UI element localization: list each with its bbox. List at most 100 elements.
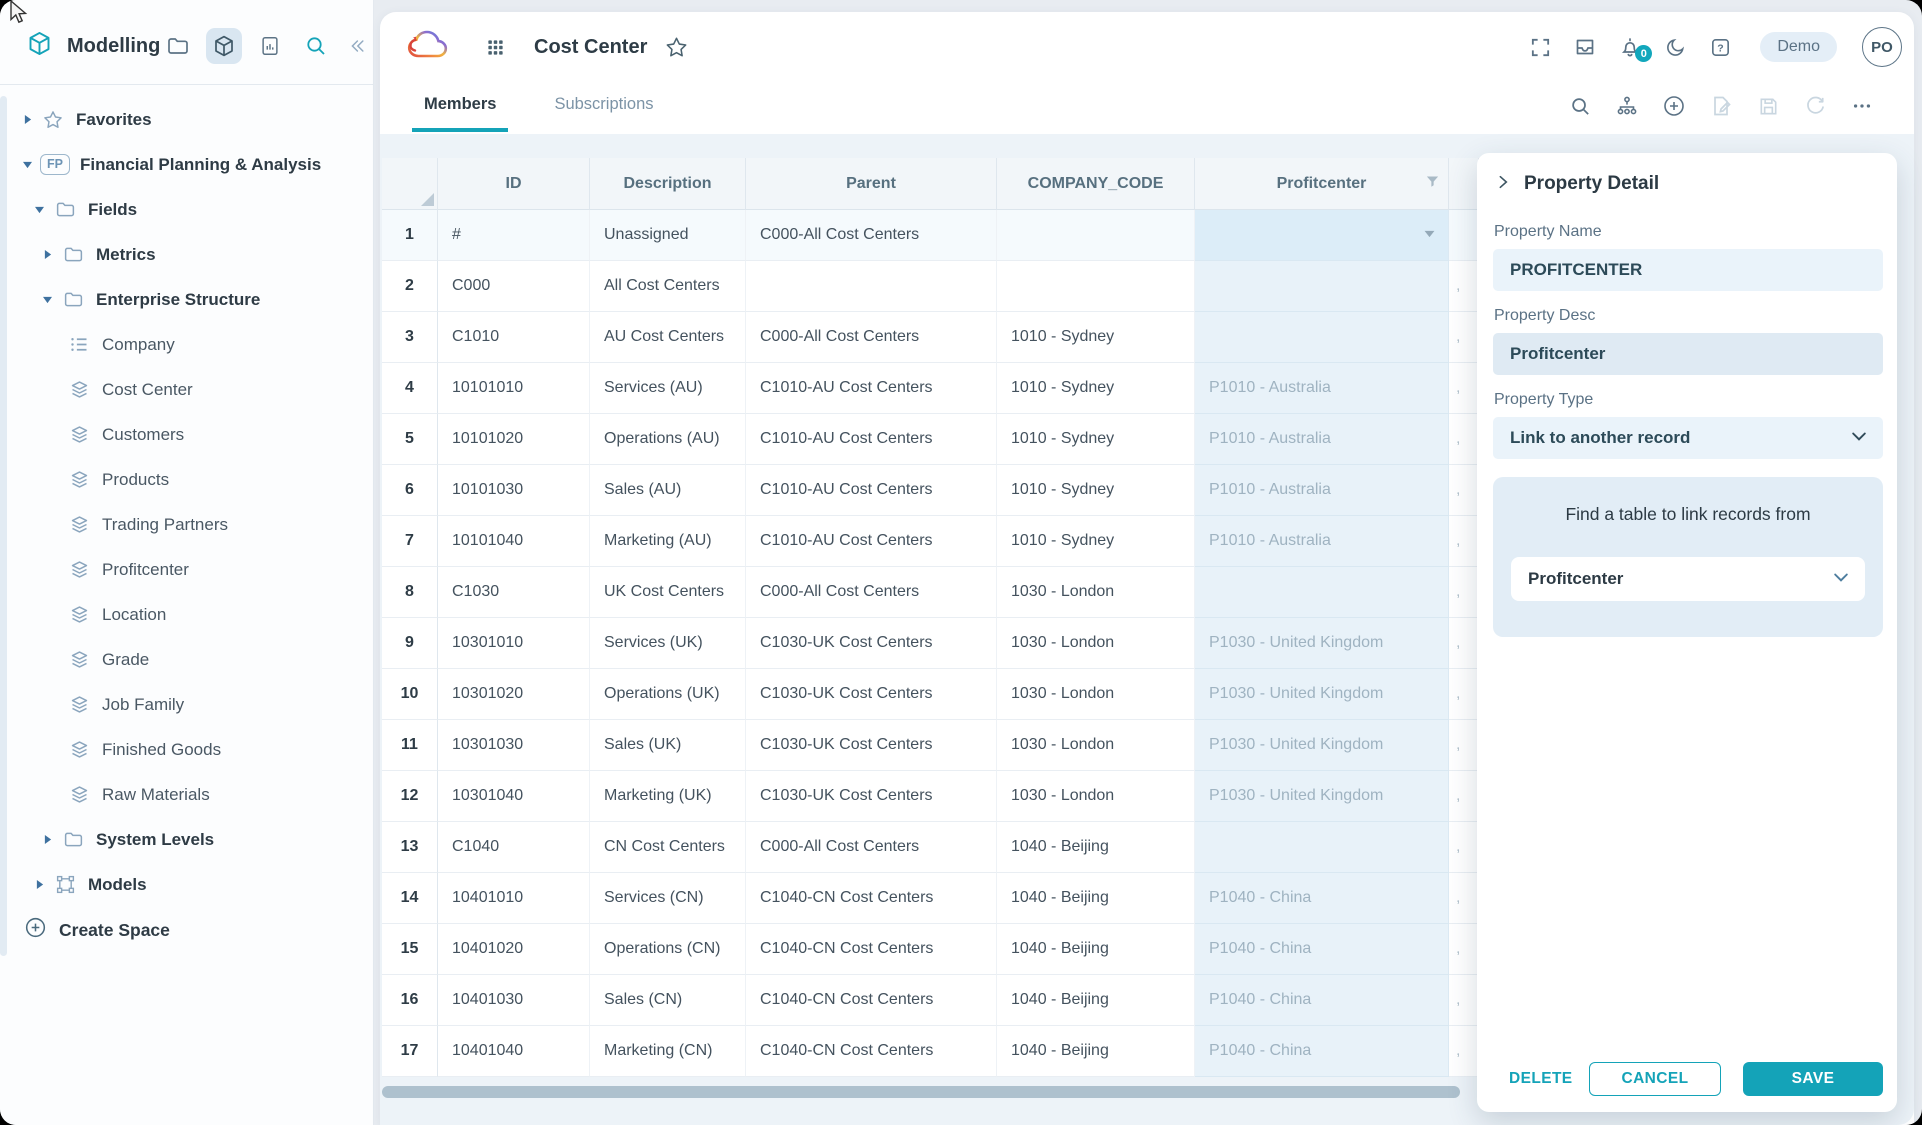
cell-parent[interactable]: C1010-AU Cost Centers xyxy=(746,465,997,516)
cell-id[interactable]: # xyxy=(438,210,590,261)
cell-id[interactable]: 10101040 xyxy=(438,516,590,567)
demo-badge[interactable]: Demo xyxy=(1760,32,1837,62)
column-header-id[interactable]: ID xyxy=(438,158,590,210)
tree-item-cost-center[interactable]: Cost Center xyxy=(0,367,373,412)
cell-id[interactable]: 10101010 xyxy=(438,363,590,414)
property-name-field[interactable]: PROFITCENTER xyxy=(1493,249,1883,291)
cell-parent[interactable]: C1030-UK Cost Centers xyxy=(746,720,997,771)
cell-description[interactable]: Sales (AU) xyxy=(590,465,746,516)
cell-id[interactable]: 10301030 xyxy=(438,720,590,771)
cell-parent[interactable]: C000-All Cost Centers xyxy=(746,567,997,618)
cell-company-code[interactable]: 1030 - London xyxy=(997,771,1195,822)
cell-company-code[interactable]: 1040 - Beijing xyxy=(997,975,1195,1026)
cell-profitcenter[interactable] xyxy=(1195,312,1449,363)
cell-profitcenter[interactable] xyxy=(1195,261,1449,312)
cell-company-code[interactable]: 1040 - Beijing xyxy=(997,822,1195,873)
tree-item-job-family[interactable]: Job Family xyxy=(0,682,373,727)
tree-item-fields[interactable]: Fields xyxy=(0,187,373,232)
cell-company-code[interactable] xyxy=(997,210,1195,261)
row-number-cell[interactable]: 16 xyxy=(382,975,438,1026)
cell-parent[interactable]: C1040-CN Cost Centers xyxy=(746,975,997,1026)
caret-down-icon[interactable] xyxy=(42,294,60,305)
report-icon[interactable] xyxy=(252,28,288,64)
property-desc-field[interactable]: Profitcenter xyxy=(1493,333,1883,375)
moon-icon[interactable] xyxy=(1662,34,1688,60)
cell-id[interactable]: 10301010 xyxy=(438,618,590,669)
cell-profitcenter[interactable]: P1010 - Australia xyxy=(1195,363,1449,414)
tree-item-models[interactable]: Models xyxy=(0,862,373,907)
save-button[interactable]: SAVE xyxy=(1743,1062,1883,1096)
link-table-select[interactable]: Profitcenter xyxy=(1511,557,1865,601)
tree-item-system-levels[interactable]: System Levels xyxy=(0,817,373,862)
row-number-cell[interactable]: 12 xyxy=(382,771,438,822)
row-number-cell[interactable]: 11 xyxy=(382,720,438,771)
cell-profitcenter[interactable] xyxy=(1195,210,1449,261)
cell-parent[interactable] xyxy=(746,261,997,312)
create-space-button[interactable]: Create Space xyxy=(0,907,373,953)
cell-profitcenter[interactable]: P1030 - United Kingdom xyxy=(1195,669,1449,720)
cell-company-code[interactable]: 1030 - London xyxy=(997,720,1195,771)
cell-profitcenter[interactable]: P1010 - Australia xyxy=(1195,414,1449,465)
add-icon[interactable] xyxy=(1662,94,1686,118)
row-number-cell[interactable]: 2 xyxy=(382,261,438,312)
cancel-button[interactable]: CANCEL xyxy=(1589,1062,1721,1096)
cell-description[interactable]: Unassigned xyxy=(590,210,746,261)
cell-profitcenter[interactable]: P1030 - United Kingdom xyxy=(1195,618,1449,669)
cell-id[interactable]: 10401040 xyxy=(438,1026,590,1077)
cell-description[interactable]: Services (CN) xyxy=(590,873,746,924)
caret-right-icon[interactable] xyxy=(42,834,60,845)
favorite-star-icon[interactable] xyxy=(663,34,689,60)
tree-item-favorites[interactable]: Favorites xyxy=(0,97,373,142)
cell-id[interactable]: C000 xyxy=(438,261,590,312)
column-header-company-code[interactable]: COMPANY_CODE xyxy=(997,158,1195,210)
tree-item-finished-goods[interactable]: Finished Goods xyxy=(0,727,373,772)
cell-parent[interactable]: C1040-CN Cost Centers xyxy=(746,924,997,975)
cell-id[interactable]: 10401020 xyxy=(438,924,590,975)
cell-description[interactable]: Marketing (CN) xyxy=(590,1026,746,1077)
tab-subscriptions[interactable]: Subscriptions xyxy=(542,80,665,132)
select-all-corner[interactable] xyxy=(382,158,438,210)
bell-icon[interactable]: 0 xyxy=(1617,34,1643,60)
row-number-cell[interactable]: 1 xyxy=(382,210,438,261)
tree-item-metrics[interactable]: Metrics xyxy=(0,232,373,277)
row-number-cell[interactable]: 10 xyxy=(382,669,438,720)
cell-id[interactable]: 10401010 xyxy=(438,873,590,924)
cell-id[interactable]: C1030 xyxy=(438,567,590,618)
cell-profitcenter[interactable]: P1040 - China xyxy=(1195,1026,1449,1077)
cell-company-code[interactable]: 1030 - London xyxy=(997,567,1195,618)
caret-down-icon[interactable] xyxy=(22,159,40,170)
caret-down-icon[interactable] xyxy=(34,204,52,215)
cell-profitcenter[interactable]: P1010 - Australia xyxy=(1195,465,1449,516)
cell-id[interactable]: 10301020 xyxy=(438,669,590,720)
cube-view-icon[interactable] xyxy=(206,28,242,64)
search-icon[interactable] xyxy=(298,28,334,64)
caret-right-icon[interactable] xyxy=(34,879,52,890)
cell-parent[interactable]: C000-All Cost Centers xyxy=(746,822,997,873)
tree-item-customers[interactable]: Customers xyxy=(0,412,373,457)
cell-parent[interactable]: C000-All Cost Centers xyxy=(746,312,997,363)
cell-company-code[interactable]: 1010 - Sydney xyxy=(997,312,1195,363)
cell-profitcenter[interactable]: P1040 - China xyxy=(1195,873,1449,924)
avatar[interactable]: PO xyxy=(1862,27,1902,67)
cell-parent[interactable]: C1040-CN Cost Centers xyxy=(746,1026,997,1077)
cell-description[interactable]: AU Cost Centers xyxy=(590,312,746,363)
tree-item-profitcenter[interactable]: Profitcenter xyxy=(0,547,373,592)
caret-right-icon[interactable] xyxy=(22,114,40,125)
cell-description[interactable]: Sales (UK) xyxy=(590,720,746,771)
cell-description[interactable]: All Cost Centers xyxy=(590,261,746,312)
cell-profitcenter[interactable]: P1030 - United Kingdom xyxy=(1195,720,1449,771)
property-type-select[interactable]: Link to another record xyxy=(1493,417,1883,459)
cell-company-code[interactable]: 1010 - Sydney xyxy=(997,465,1195,516)
tree-item-company[interactable]: Company xyxy=(0,322,373,367)
cell-profitcenter[interactable] xyxy=(1195,567,1449,618)
cell-company-code[interactable]: 1040 - Beijing xyxy=(997,1026,1195,1077)
tab-members[interactable]: Members xyxy=(412,80,508,132)
cell-company-code[interactable]: 1040 - Beijing xyxy=(997,873,1195,924)
row-number-cell[interactable]: 14 xyxy=(382,873,438,924)
cell-description[interactable]: Services (AU) xyxy=(590,363,746,414)
cell-profitcenter[interactable]: P1030 - United Kingdom xyxy=(1195,771,1449,822)
cell-description[interactable]: UK Cost Centers xyxy=(590,567,746,618)
help-icon[interactable]: ? xyxy=(1707,34,1733,60)
cell-description[interactable]: Marketing (AU) xyxy=(590,516,746,567)
tree-item-grade[interactable]: Grade xyxy=(0,637,373,682)
